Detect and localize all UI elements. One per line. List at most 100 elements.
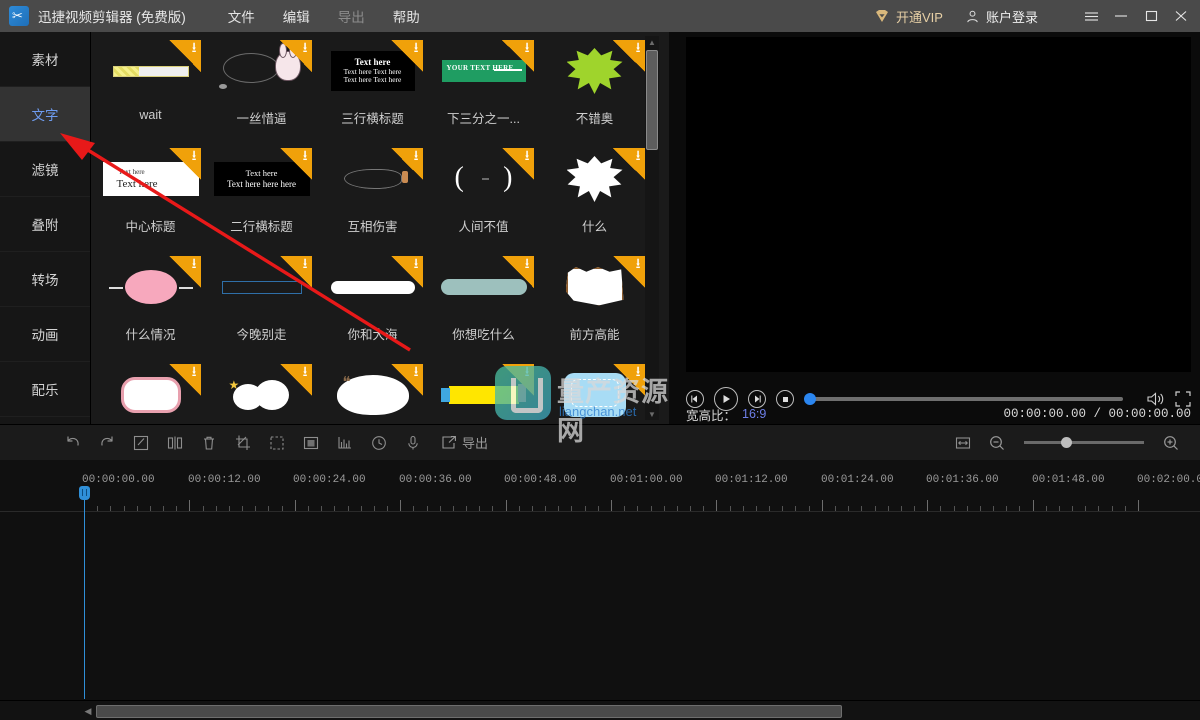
template-item[interactable]: YOUR TEXT HERE 下三分之一... <box>428 36 539 144</box>
account-login-button[interactable]: 账户登录 <box>965 7 1038 26</box>
template-item[interactable]: Text here Text here 中心标题 <box>95 144 206 252</box>
download-icon[interactable] <box>279 148 312 180</box>
seek-slider[interactable] <box>804 393 1123 405</box>
undo-icon[interactable] <box>56 426 90 460</box>
download-icon[interactable] <box>168 256 201 288</box>
zoom-slider[interactable] <box>1024 437 1144 448</box>
redo-icon[interactable] <box>90 426 124 460</box>
template-item[interactable] <box>539 360 650 424</box>
open-vip-button[interactable]: 开通VIP <box>874 7 943 26</box>
template-item[interactable] <box>428 360 539 424</box>
template-label: 互相伤害 <box>347 220 398 234</box>
download-icon[interactable] <box>279 256 312 288</box>
aspect-ratio-value[interactable]: 16:9 <box>742 407 766 421</box>
template-item[interactable]: 互相伤害 <box>317 144 428 252</box>
template-label: 你和大海 <box>347 328 398 342</box>
download-icon[interactable] <box>279 40 312 72</box>
download-icon[interactable] <box>501 40 534 72</box>
close-icon[interactable] <box>1166 0 1196 32</box>
download-icon[interactable] <box>612 364 645 396</box>
template-item[interactable]: 什么情况 <box>95 252 206 360</box>
menu-export[interactable]: 导出 <box>324 2 379 30</box>
template-item[interactable]: () 人间不值 <box>428 144 539 252</box>
template-item[interactable] <box>95 360 206 424</box>
template-label: 人间不值 <box>458 220 509 234</box>
mosaic-icon[interactable] <box>294 426 328 460</box>
zoom-in-icon[interactable] <box>1154 426 1188 460</box>
timeline-zoom-group <box>890 426 1188 460</box>
playhead-handle[interactable] <box>79 486 90 500</box>
microphone-icon[interactable] <box>396 426 430 460</box>
download-icon[interactable] <box>168 364 201 396</box>
minimize-icon[interactable] <box>1106 0 1136 32</box>
menu-edit[interactable]: 编辑 <box>269 2 324 30</box>
sidebar-item-transition[interactable]: 转场 <box>0 252 90 307</box>
template-item[interactable]: 你和大海 <box>317 252 428 360</box>
ruler-label: 00:00:48.00 <box>504 474 577 486</box>
scroll-left-icon[interactable]: ◀ <box>82 704 94 718</box>
maximize-icon[interactable] <box>1136 0 1166 32</box>
template-item[interactable]: 你想吃什么 <box>428 252 539 360</box>
template-item[interactable]: 今晚别走 <box>206 252 317 360</box>
templates-scrollbar[interactable]: ▲ ▼ <box>645 36 659 420</box>
download-icon[interactable] <box>168 148 201 180</box>
download-icon[interactable] <box>279 364 312 396</box>
template-item[interactable]: ★ <box>206 360 317 424</box>
zoom-out-icon[interactable] <box>980 426 1014 460</box>
duplicate-icon[interactable] <box>260 426 294 460</box>
sidebar-item-overlay[interactable]: 叠附 <box>0 197 90 252</box>
export-label: 导出 <box>462 436 489 451</box>
delete-icon[interactable] <box>192 426 226 460</box>
zoom-slider-knob[interactable] <box>1061 437 1072 448</box>
export-button[interactable]: 导出 <box>440 426 488 460</box>
menu-help[interactable]: 帮助 <box>379 2 434 30</box>
template-item[interactable]: Text here Text here Text here Text here … <box>317 36 428 144</box>
download-icon[interactable] <box>390 256 423 288</box>
chart-icon[interactable] <box>328 426 362 460</box>
edit-icon[interactable] <box>124 426 158 460</box>
scroll-down-icon[interactable]: ▼ <box>645 408 659 420</box>
sidebar-item-text[interactable]: 文字 <box>0 87 90 142</box>
fit-icon[interactable] <box>946 426 980 460</box>
preview-screen[interactable] <box>686 37 1191 372</box>
template-thumbnail <box>101 364 201 424</box>
download-icon[interactable] <box>612 256 645 288</box>
export-group[interactable]: 导出 <box>440 433 488 452</box>
template-item[interactable]: 什么 <box>539 144 650 252</box>
download-icon[interactable] <box>612 148 645 180</box>
ruler-label: 00:01:48.00 <box>1032 474 1105 486</box>
crop-icon[interactable] <box>226 426 260 460</box>
download-icon[interactable] <box>390 40 423 72</box>
template-item[interactable]: Text here Text here here here 二行横标题 <box>206 144 317 252</box>
download-icon[interactable] <box>501 364 534 396</box>
scrollbar-thumb[interactable] <box>96 705 842 718</box>
template-label: 什么 <box>581 220 607 234</box>
sidebar-item-animation[interactable]: 动画 <box>0 307 90 362</box>
user-icon <box>967 10 978 22</box>
sidebar-item-media[interactable]: 素材 <box>0 32 90 87</box>
timeline-horizontal-scrollbar[interactable]: ◀ <box>0 700 1200 720</box>
menu-file[interactable]: 文件 <box>214 2 269 30</box>
sidebar-item-music[interactable]: 配乐 <box>0 362 90 417</box>
template-item[interactable]: 前方高能 <box>539 252 650 360</box>
template-item[interactable]: 一丝惜逼 <box>206 36 317 144</box>
template-item[interactable]: wait <box>95 36 206 144</box>
download-icon[interactable] <box>390 148 423 180</box>
menu-icon[interactable] <box>1076 0 1106 32</box>
scroll-up-icon[interactable]: ▲ <box>645 36 659 48</box>
preview-line-1: Text here <box>118 168 145 176</box>
download-icon[interactable] <box>168 40 201 72</box>
download-icon[interactable] <box>501 148 534 180</box>
timeline-ruler[interactable]: 00:00:00.00 00:00:12.00 00:00:24.00 00:0… <box>0 474 1200 518</box>
download-icon[interactable] <box>501 256 534 288</box>
download-icon[interactable] <box>612 40 645 72</box>
clock-icon[interactable] <box>362 426 396 460</box>
template-item[interactable]: ❝ <box>317 360 428 424</box>
download-icon[interactable] <box>390 364 423 396</box>
template-label: 今晚别走 <box>236 328 287 342</box>
template-item[interactable]: 不错奥 <box>539 36 650 144</box>
sidebar-item-filter[interactable]: 滤镜 <box>0 142 90 197</box>
playhead[interactable] <box>79 486 90 699</box>
split-icon[interactable] <box>158 426 192 460</box>
scrollbar-thumb[interactable] <box>646 50 658 150</box>
